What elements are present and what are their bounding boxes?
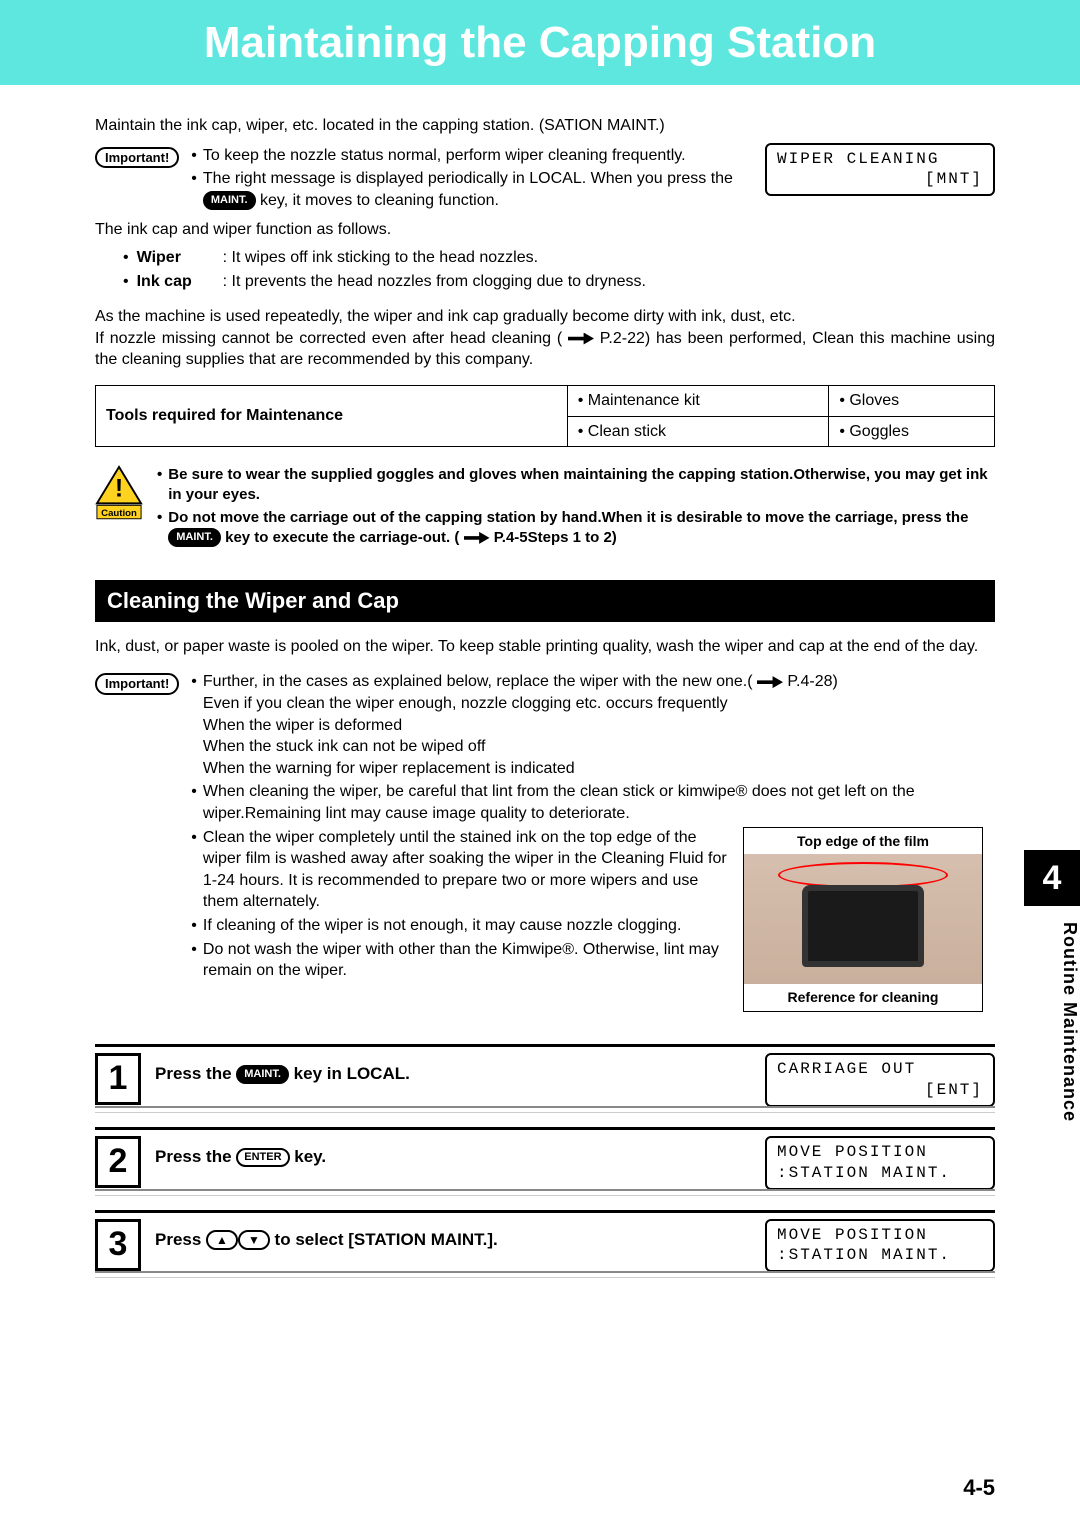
tools-r2c1: • Clean stick xyxy=(567,416,829,447)
tools-r1c2: • Gloves xyxy=(829,385,995,416)
pointer-icon xyxy=(757,676,783,688)
page-number: 4-5 xyxy=(963,1475,995,1501)
down-key-icon: ▼ xyxy=(238,1230,270,1250)
step-text: Press the ENTER key. xyxy=(155,1136,751,1169)
function-list: •Wiper: It wipes off ink sticking to the… xyxy=(123,247,995,292)
photo-caption-top: Top edge of the film xyxy=(744,828,982,855)
chapter-name: Routine Maintenance xyxy=(1024,922,1080,1122)
imp1-b1: To keep the nozzle status normal, perfor… xyxy=(203,145,686,167)
lcd-line2: [MNT] xyxy=(777,169,983,190)
lcd-display-top: WIPER CLEANING [MNT] xyxy=(765,143,995,197)
page-header: Maintaining the Capping Station xyxy=(0,0,1080,85)
tools-r2c2: • Goggles xyxy=(829,416,995,447)
imp2-b4: If cleaning of the wiper is not enough, … xyxy=(203,915,682,937)
caution-icon: ! Caution xyxy=(95,465,143,550)
caution-block: ! Caution •Be sure to wear the supplied … xyxy=(95,465,995,550)
important-block-1: Important! •To keep the nozzle status no… xyxy=(95,145,745,214)
paragraph-2: As the machine is used repeatedly, the w… xyxy=(95,306,995,371)
svg-text:Caution: Caution xyxy=(101,508,137,519)
enter-key-icon: ENTER xyxy=(236,1148,289,1167)
up-key-icon: ▲ xyxy=(206,1230,238,1250)
tools-head: Tools required for Maintenance xyxy=(96,385,568,446)
imp2-b3: Clean the wiper completely until the sta… xyxy=(203,827,729,913)
important-badge: Important! xyxy=(95,147,179,169)
imp2-b2: When cleaning the wiper, be careful that… xyxy=(203,781,983,824)
step-number: 1 xyxy=(95,1053,141,1105)
sec2-para: Ink, dust, or paper waste is pooled on t… xyxy=(95,636,995,658)
chapter-tab: 4 Routine Maintenance xyxy=(1024,850,1080,1122)
page-content: Maintain the ink cap, wiper, etc. locate… xyxy=(0,85,1080,1272)
highlight-ellipse xyxy=(778,862,948,888)
maint-key-icon: MAINT. xyxy=(203,191,256,210)
section-header: Cleaning the Wiper and Cap xyxy=(95,580,995,622)
chapter-number: 4 xyxy=(1024,850,1080,906)
lcd-top-wrap: WIPER CLEANING [MNT] xyxy=(765,143,995,197)
lcd-step1: CARRIAGE OUT [ENT] xyxy=(765,1053,995,1107)
imp2-b5: Do not wash the wiper with other than th… xyxy=(203,939,729,982)
svg-text:!: ! xyxy=(115,475,123,503)
steps-list: 1 Press the MAINT. key in LOCAL. CARRIAG… xyxy=(95,1044,995,1272)
lcd-step2: MOVE POSITION :STATION MAINT. xyxy=(765,1136,995,1190)
photo-image xyxy=(744,854,982,984)
step-number: 2 xyxy=(95,1136,141,1188)
tools-table: Tools required for Maintenance • Mainten… xyxy=(95,385,995,447)
pointer-icon xyxy=(568,333,594,345)
lcd-step3: MOVE POSITION :STATION MAINT. xyxy=(765,1219,995,1273)
lcd-line1: WIPER CLEANING xyxy=(777,149,983,170)
caution-b1: Be sure to wear the supplied goggles and… xyxy=(168,465,995,506)
page-title: Maintaining the Capping Station xyxy=(204,18,876,68)
important-badge: Important! xyxy=(95,673,179,695)
photo-caption-bottom: Reference for cleaning xyxy=(744,984,982,1011)
caution-b2: Do not move the carriage out of the capp… xyxy=(168,508,995,549)
step-3: 3 Press ▲▼ to select [STATION MAINT.]. M… xyxy=(95,1210,995,1273)
step-number: 3 xyxy=(95,1219,141,1271)
step-1: 1 Press the MAINT. key in LOCAL. CARRIAG… xyxy=(95,1044,995,1107)
func-intro: The ink cap and wiper function as follow… xyxy=(95,219,995,241)
maint-key-icon: MAINT. xyxy=(236,1065,289,1084)
intro-text: Maintain the ink cap, wiper, etc. locate… xyxy=(95,115,995,137)
maint-key-icon: MAINT. xyxy=(168,528,221,547)
pointer-icon xyxy=(464,532,490,544)
step-text: Press ▲▼ to select [STATION MAINT.]. xyxy=(155,1219,751,1252)
tools-r1c1: • Maintenance kit xyxy=(567,385,829,416)
step-text: Press the MAINT. key in LOCAL. xyxy=(155,1053,751,1086)
wiper-photo: Top edge of the film Reference for clean… xyxy=(743,827,983,1013)
imp1-b2: The right message is displayed periodica… xyxy=(203,168,745,211)
step-2: 2 Press the ENTER key. MOVE POSITION :ST… xyxy=(95,1127,995,1190)
important-block-2: Important! • Further, in the cases as ex… xyxy=(95,671,995,1022)
